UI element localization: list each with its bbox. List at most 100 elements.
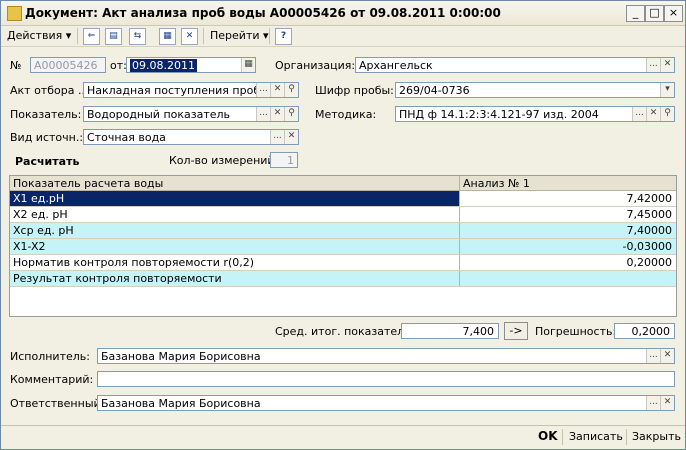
organization-value: Архангельск xyxy=(359,59,433,72)
clear-icon[interactable]: ✕ xyxy=(660,396,674,410)
date-label: от: xyxy=(110,59,127,72)
footer-separator xyxy=(562,429,563,445)
document-view-icon[interactable]: ▤ xyxy=(105,28,122,45)
calculate-button[interactable]: Расчитать xyxy=(15,155,79,168)
row-value: 7,40000 xyxy=(626,224,673,237)
measure-count-field[interactable]: 1 xyxy=(270,152,298,168)
table-cell[interactable]: -0,03000 xyxy=(460,239,676,254)
executor-value: Базанова Мария Борисовна xyxy=(101,350,261,363)
average-field[interactable]: 7,400 xyxy=(401,323,499,339)
number-field[interactable]: А00005426 xyxy=(30,57,106,73)
maximize-button[interactable]: □ xyxy=(645,5,664,22)
structure-icon[interactable]: ▦ xyxy=(159,28,176,45)
close-window-button[interactable]: × xyxy=(664,5,683,22)
row-value: 7,42000 xyxy=(626,192,673,205)
sample-cipher-field[interactable]: 269/04-0736 ▾ xyxy=(395,82,675,98)
column-header-analysis[interactable]: Анализ № 1 xyxy=(463,177,530,190)
table-row[interactable]: Результат контроля повторяемости xyxy=(10,271,676,287)
ok-button[interactable]: OK xyxy=(538,429,558,443)
indicator-value: Водородный показатель xyxy=(87,108,231,121)
clear-icon[interactable]: ✕ xyxy=(660,58,674,72)
minimize-button[interactable]: _ xyxy=(626,5,645,22)
table-row[interactable]: X2 ед. pH 7,45000 xyxy=(10,207,676,223)
document-icon xyxy=(7,6,22,21)
table-cell[interactable]: 7,45000 xyxy=(460,207,676,222)
executor-field[interactable]: Базанова Мария Борисовна... ✕ xyxy=(97,348,675,364)
goto-menu[interactable]: Перейти ▾ xyxy=(210,29,269,42)
method-field[interactable]: ПНД ф 14.1:2:3:4.121-97 изд. 2004... ✕ ⚲ xyxy=(395,106,675,122)
help-button[interactable]: ? xyxy=(275,28,292,45)
back-arrow-icon[interactable]: ⇐ xyxy=(83,28,100,45)
responsible-label: Ответственный: xyxy=(10,397,105,410)
source-label: Вид источн.: xyxy=(10,131,84,144)
table-cell: X2 ед. pH xyxy=(10,207,460,222)
average-label: Сред. итог. показателя: xyxy=(275,325,415,338)
search-icon[interactable]: ⚲ xyxy=(284,83,298,97)
error-field[interactable]: 0,2000 xyxy=(614,323,675,339)
clear-icon[interactable]: ✕ xyxy=(660,349,674,363)
footer-separator xyxy=(626,429,627,445)
search-icon[interactable]: ⚲ xyxy=(284,107,298,121)
clear-icon[interactable]: ✕ xyxy=(270,107,284,121)
dropdown-icon: ▾ xyxy=(263,29,269,42)
number-value: А00005426 xyxy=(34,59,98,72)
table-cell: X1 ед.pH xyxy=(10,191,460,206)
sample-act-value: Накладная поступления проб вод... xyxy=(87,84,257,97)
table-cell[interactable]: 7,42000 xyxy=(460,191,676,206)
clear-icon[interactable]: ✕ xyxy=(646,107,660,121)
select-button[interactable]: ... xyxy=(256,107,270,121)
method-value: ПНД ф 14.1:2:3:4.121-97 изд. 2004 xyxy=(399,108,599,121)
table-row[interactable]: Норматив контроля повторяемости r(0,2) 0… xyxy=(10,255,676,271)
source-field[interactable]: Сточная вода... ✕ xyxy=(83,129,299,145)
transfer-icon[interactable]: ⇆ xyxy=(129,28,146,45)
row-value: -0,03000 xyxy=(622,240,672,253)
indicator-field[interactable]: Водородный показатель... ✕ ⚲ xyxy=(83,106,299,122)
measure-count-value: 1 xyxy=(287,154,294,167)
select-button[interactable]: ... xyxy=(646,349,660,363)
column-header-indicator[interactable]: Показатель расчета воды xyxy=(13,177,163,190)
table-row[interactable]: X1-X2 -0,03000 xyxy=(10,239,676,255)
goto-menu-label: Перейти xyxy=(210,29,260,42)
responsible-field[interactable]: Базанова Мария Борисовна... ✕ xyxy=(97,395,675,411)
clear-icon[interactable]: ✕ xyxy=(270,83,284,97)
row-label: X1 ед.pH xyxy=(13,192,65,205)
document-window: Документ: Акт анализа проб воды А0000542… xyxy=(0,0,686,450)
select-button[interactable]: ... xyxy=(646,58,660,72)
apply-arrow-button[interactable]: -> xyxy=(504,322,528,340)
select-button[interactable]: ... xyxy=(256,83,270,97)
organization-field[interactable]: Архангельск... ✕ xyxy=(355,57,675,73)
dropdown-icon: ▾ xyxy=(65,29,72,42)
clear-icon[interactable]: ✕ xyxy=(284,130,298,144)
table-row[interactable]: X1 ед.pH 7,42000 xyxy=(10,191,676,207)
search-icon[interactable]: ⚲ xyxy=(660,107,674,121)
indicator-label: Показатель: xyxy=(10,108,82,121)
date-field[interactable]: 09.08.2011 ▦ xyxy=(126,57,256,73)
date-value: 09.08.2011 xyxy=(130,59,197,72)
row-label: X2 ед. pH xyxy=(13,208,68,221)
chevron-down-icon[interactable]: ▾ xyxy=(660,83,674,97)
row-label: Норматив контроля повторяемости r(0,2) xyxy=(13,256,255,269)
close-button[interactable]: Закрыть xyxy=(632,430,681,443)
table-cell: Норматив контроля повторяемости r(0,2) xyxy=(10,255,460,270)
actions-menu[interactable]: Действия ▾ xyxy=(7,29,71,42)
table-cell[interactable]: 7,40000 xyxy=(460,223,676,238)
calendar-icon[interactable]: ▦ xyxy=(241,58,255,72)
row-label: Xср ед. pH xyxy=(13,224,74,237)
comment-label: Комментарий: xyxy=(10,373,94,386)
table-row[interactable]: Xср ед. pH 7,40000 xyxy=(10,223,676,239)
sample-act-field[interactable]: Накладная поступления проб вод......✕⚲ xyxy=(83,82,299,98)
select-button[interactable]: ... xyxy=(632,107,646,121)
save-button[interactable]: Записать xyxy=(569,430,623,443)
row-value: 0,20000 xyxy=(626,256,673,269)
number-label: № xyxy=(10,59,22,72)
delete-mark-icon[interactable]: ✕ xyxy=(181,28,198,45)
method-label: Методика: xyxy=(315,108,377,121)
executor-label: Исполнитель: xyxy=(10,350,90,363)
select-button[interactable]: ... xyxy=(646,396,660,410)
comment-field[interactable] xyxy=(97,371,675,387)
organization-label: Организация: xyxy=(275,59,356,72)
table-cell[interactable] xyxy=(460,271,676,286)
source-value: Сточная вода xyxy=(87,131,166,144)
select-button[interactable]: ... xyxy=(270,130,284,144)
table-cell[interactable]: 0,20000 xyxy=(460,255,676,270)
